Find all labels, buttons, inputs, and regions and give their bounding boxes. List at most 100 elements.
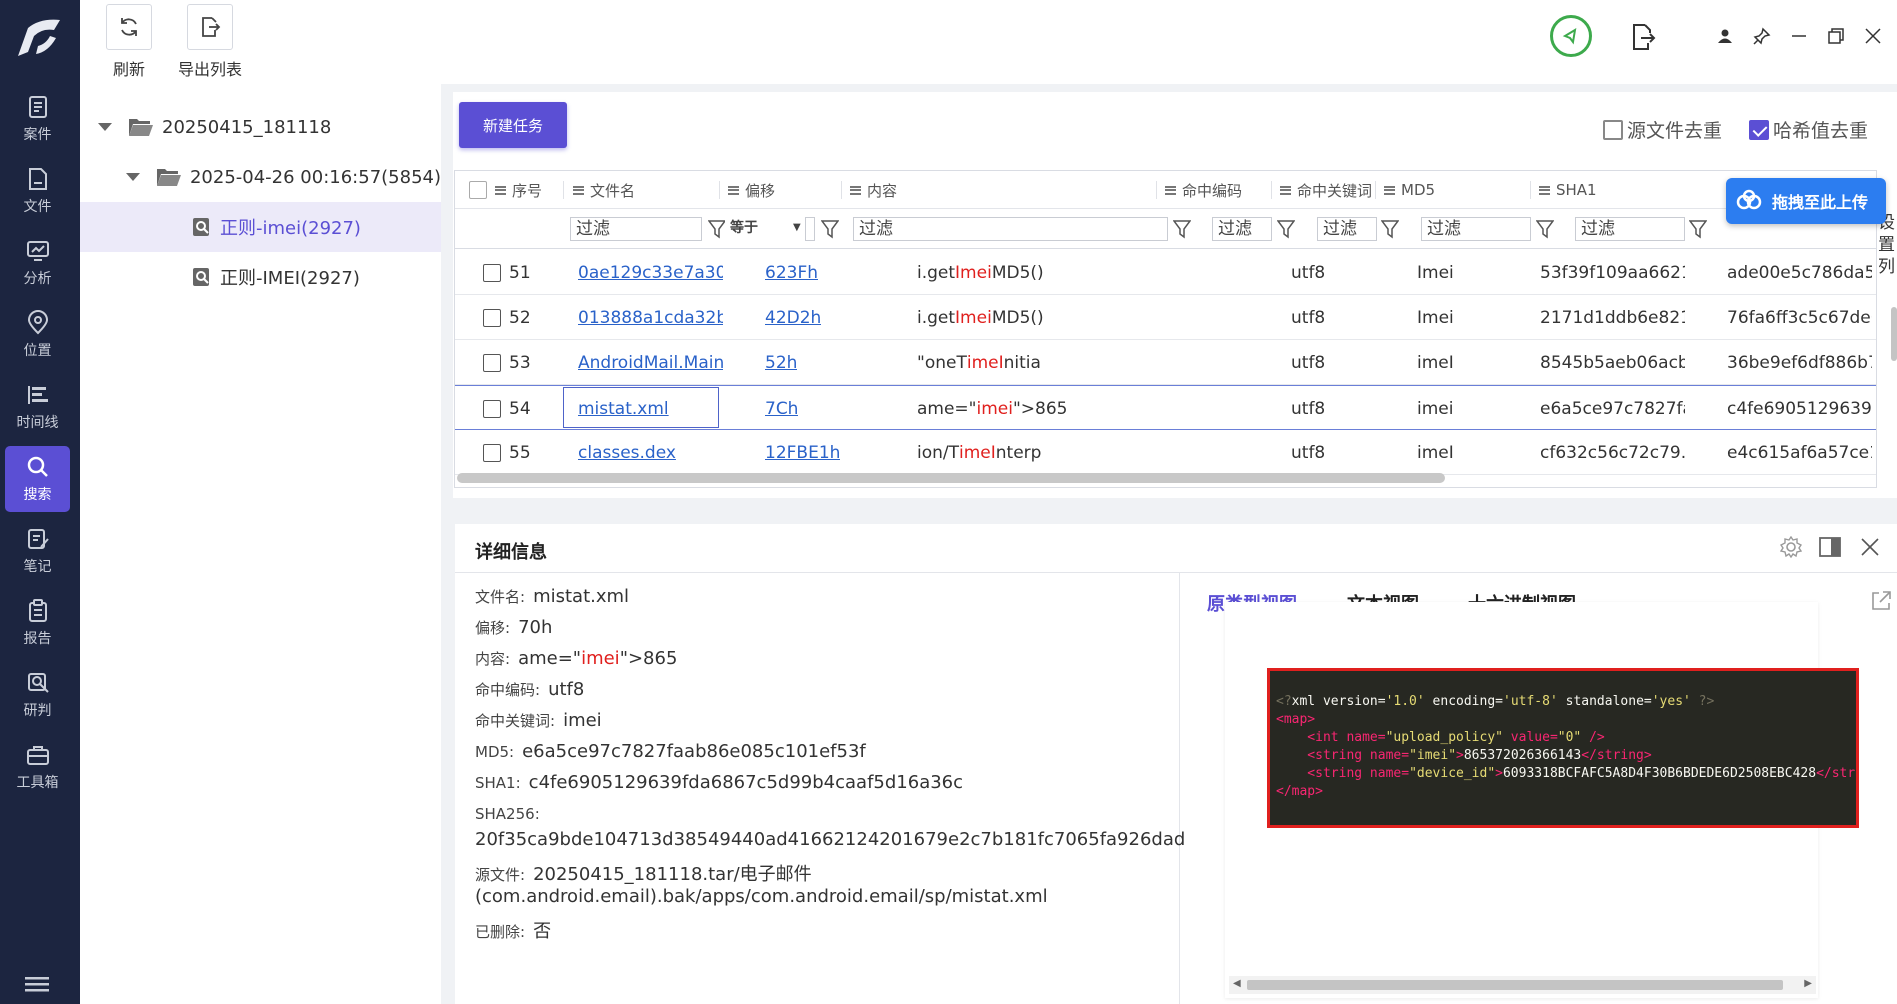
col-header-seq[interactable]: 序号: [469, 171, 542, 209]
col-header-sha1[interactable]: SHA1: [1539, 171, 1597, 209]
menu-icon[interactable]: [25, 975, 49, 995]
vertical-scrollbar[interactable]: [1891, 307, 1897, 361]
sha1-filter-input[interactable]: 过滤: [1575, 217, 1685, 241]
cell-filename-link[interactable]: classes.dex: [578, 430, 723, 475]
filter-icon[interactable]: [821, 219, 839, 239]
row-checkbox[interactable]: [483, 308, 501, 327]
column-menu-icon[interactable]: [1165, 185, 1176, 195]
nav-item-location[interactable]: 位置: [5, 302, 70, 368]
tree-node-regex-IMEI[interactable]: 正则-IMEI(2927): [80, 252, 441, 302]
dedupe-hash-checkbox[interactable]: 哈希值去重: [1749, 116, 1868, 143]
column-divider[interactable]: [719, 181, 720, 199]
filter-icon[interactable]: [1536, 219, 1554, 239]
table-row-selected[interactable]: 54 mistat.xml 7Ch ame=" imei ">865 utf8 im…: [455, 385, 1876, 431]
col-header-filename[interactable]: 文件名: [573, 171, 635, 209]
table-row[interactable]: 53 AndroidMail.Main.xml 52h "oneTimeInit…: [455, 340, 1876, 385]
cell-filename-link[interactable]: mistat.xml: [578, 386, 723, 431]
filter-icon[interactable]: [708, 219, 726, 239]
column-divider[interactable]: [1271, 181, 1272, 199]
cell-offset-link[interactable]: 623Fh: [765, 250, 818, 295]
nav-item-search[interactable]: 搜索: [5, 446, 70, 512]
filter-icon[interactable]: [1689, 219, 1707, 239]
refresh-button-box[interactable]: [106, 4, 152, 50]
export-list-button[interactable]: 导出列表: [178, 4, 242, 80]
filename-filter-input[interactable]: 过滤: [570, 217, 702, 241]
dedupe-source-checkbox[interactable]: 源文件去重: [1603, 116, 1722, 143]
column-menu-icon[interactable]: [850, 185, 861, 195]
restore-button[interactable]: [1824, 24, 1848, 48]
nav-item-toolbox[interactable]: 工具箱: [5, 734, 70, 800]
collapse-arrow-icon[interactable]: [98, 123, 112, 131]
split-view-icon[interactable]: [1819, 536, 1841, 558]
scroll-left-icon[interactable]: ◀: [1233, 978, 1241, 989]
pin-button[interactable]: [1750, 24, 1774, 48]
keyword-filter-input[interactable]: 过滤: [1317, 217, 1377, 241]
offset-filter-operator[interactable]: 等于 ▼: [725, 217, 805, 241]
nav-item-report[interactable]: 报告: [5, 590, 70, 656]
drag-upload-button[interactable]: 拖拽至此上传: [1726, 178, 1886, 224]
row-checkbox[interactable]: [483, 443, 501, 462]
cell-filename-link[interactable]: AndroidMail.Main.xml: [578, 340, 723, 385]
collapse-arrow-icon[interactable]: [126, 173, 140, 181]
col-header-encoding[interactable]: 命中编码: [1165, 171, 1242, 209]
filter-icon[interactable]: [1173, 219, 1191, 239]
user-button[interactable]: [1713, 24, 1737, 48]
table-row[interactable]: 51 0ae129c33e7a30bd_0 623Fh i.getImeiMD5…: [455, 250, 1876, 295]
scroll-thumb[interactable]: [1247, 980, 1783, 990]
col-header-keyword[interactable]: 命中关键词: [1280, 171, 1372, 209]
offset-filter-input[interactable]: [805, 217, 815, 241]
row-checkbox[interactable]: [483, 353, 501, 372]
column-menu-icon[interactable]: [728, 185, 739, 195]
close-window-button[interactable]: [1861, 24, 1885, 48]
row-checkbox[interactable]: [483, 399, 501, 418]
nav-item-judge[interactable]: 研判: [5, 662, 70, 728]
scroll-right-icon[interactable]: ▶: [1804, 978, 1812, 989]
nav-item-case[interactable]: 案件: [5, 86, 70, 152]
refresh-button[interactable]: 刷新: [106, 4, 152, 80]
table-row[interactable]: 52 013888a1cda32b90_0 42D2h i.getImeiMD5…: [455, 295, 1876, 340]
close-icon[interactable]: [1861, 538, 1879, 556]
minimize-button[interactable]: [1787, 24, 1811, 48]
cell-offset-link[interactable]: 42D2h: [765, 295, 821, 340]
filter-icon[interactable]: [1381, 219, 1399, 239]
column-divider[interactable]: [1156, 181, 1157, 199]
select-all-checkbox[interactable]: [469, 181, 487, 199]
table-row[interactable]: 55 classes.dex 12FBE1h ion/T imeI nterp ut…: [455, 430, 1876, 475]
column-divider[interactable]: [1530, 181, 1531, 199]
md5-filter-input[interactable]: 过滤: [1421, 217, 1531, 241]
tree-node-snapshot[interactable]: 2025-04-26 00:16:57(5854): [80, 152, 441, 202]
open-external-icon[interactable]: [1870, 590, 1892, 612]
cell-offset-link[interactable]: 52h: [765, 340, 797, 385]
col-header-content[interactable]: 内容: [850, 171, 897, 209]
cell-filename-link[interactable]: 0ae129c33e7a30bd_0: [578, 250, 723, 295]
column-menu-icon[interactable]: [1539, 185, 1550, 195]
column-menu-icon[interactable]: [1280, 185, 1291, 195]
column-divider[interactable]: [563, 181, 564, 199]
preview-horizontal-scrollbar[interactable]: ◀ ▶: [1229, 976, 1816, 994]
detail-split-divider[interactable]: [1179, 573, 1180, 1004]
gear-icon[interactable]: [1780, 536, 1802, 558]
nav-item-timeline[interactable]: 时间线: [5, 374, 70, 440]
row-checkbox[interactable]: [483, 263, 501, 282]
export-button-box[interactable]: [187, 4, 233, 50]
tree-node-root[interactable]: 20250415_181118: [80, 102, 441, 152]
column-menu-icon[interactable]: [495, 185, 506, 195]
cell-offset-link[interactable]: 12FBE1h: [765, 430, 840, 475]
cell-filename-link[interactable]: 013888a1cda32b90_0: [578, 295, 723, 340]
tree-node-regex-imei[interactable]: 正则-imei(2927): [80, 202, 441, 252]
cell-offset-link[interactable]: 7Ch: [765, 386, 798, 431]
checkbox-checked[interactable]: [1749, 119, 1769, 140]
export-file-button[interactable]: [1628, 22, 1658, 52]
new-task-button[interactable]: 新建任务: [459, 102, 567, 148]
nav-item-notes[interactable]: 笔记: [5, 518, 70, 584]
filter-icon[interactable]: [1277, 219, 1295, 239]
column-divider[interactable]: [841, 181, 842, 199]
nav-item-file[interactable]: 文件: [5, 158, 70, 224]
col-header-md5[interactable]: MD5: [1384, 171, 1435, 209]
nav-item-analysis[interactable]: 分析: [5, 230, 70, 296]
checkbox-unchecked[interactable]: [1603, 119, 1623, 140]
column-menu-icon[interactable]: [573, 185, 584, 195]
encoding-filter-input[interactable]: 过滤: [1212, 217, 1272, 241]
column-menu-icon[interactable]: [1384, 185, 1395, 195]
content-filter-input[interactable]: 过滤: [853, 217, 1168, 241]
